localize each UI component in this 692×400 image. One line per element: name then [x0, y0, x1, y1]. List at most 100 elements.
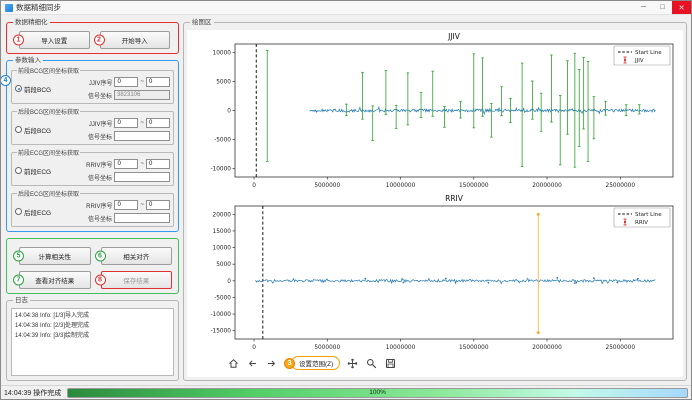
pan-icon[interactable] [346, 357, 359, 370]
app-icon [5, 4, 13, 12]
radio-front-ecg[interactable]: 前段ECG [15, 166, 51, 176]
section-title: 前段ECG区间坐标获取 [17, 148, 80, 157]
titlebar: 数据精细同步 ─ □ ✕ [1, 1, 691, 15]
minimize-button[interactable]: ─ [634, 1, 653, 14]
svg-text:Start Line: Start Line [635, 50, 662, 56]
seq-label: JJIV序号 [89, 78, 113, 87]
svg-text:0: 0 [227, 279, 231, 285]
figure-area: JJIV050000001000000015000000200000002500… [187, 30, 683, 377]
seq-to-input[interactable]: 0 [146, 159, 170, 169]
coord-input[interactable] [114, 131, 170, 141]
coord-input[interactable]: 3823106 [114, 90, 170, 100]
tilde-separator: ~ [140, 120, 144, 126]
start-import-button[interactable]: 开始导入 [100, 31, 171, 49]
coord-input[interactable] [114, 172, 170, 182]
radio-circle-icon [15, 126, 22, 133]
svg-text:JJIV: JJIV [447, 32, 461, 41]
radio-rear-ecg[interactable]: 后段ECG [15, 207, 51, 217]
plot-panel-title: 绘图区 [190, 18, 214, 27]
seq-from-input[interactable]: 0 [114, 118, 138, 128]
seq-from-input[interactable]: 0 [114, 159, 138, 169]
zoom-icon[interactable] [365, 357, 378, 370]
align-correlation-button[interactable]: 相关对齐 [101, 247, 173, 265]
svg-text:15000000: 15000000 [459, 345, 489, 351]
seq-to-input[interactable]: 0 [146, 118, 170, 128]
svg-text:-15000: -15000 [210, 329, 231, 335]
import-group-title: 数据精细化 [13, 18, 50, 27]
progress-value: 100% [68, 389, 687, 397]
annotation-badge-3: 3 [284, 358, 295, 369]
svg-text:-10000: -10000 [210, 166, 231, 172]
coord-label: 信号坐标 [88, 91, 112, 100]
svg-text:20000000: 20000000 [532, 183, 562, 189]
back-icon[interactable] [246, 357, 259, 370]
save-result-button[interactable]: 保存结果 [101, 271, 173, 289]
radio-front-bcg[interactable]: 前段BCG [15, 84, 51, 94]
import-group: 数据精细化 1 导入设置 2 开始导入 [6, 22, 179, 54]
svg-text:0: 0 [252, 345, 256, 351]
save-icon[interactable] [384, 357, 397, 370]
status-text: 14:04:39 操作完成 [4, 388, 61, 398]
annotation-badge-2: 2 [94, 34, 105, 45]
set-range-button[interactable]: 设置范围(Z) [291, 356, 340, 370]
import-settings-button[interactable]: 导入设置 [19, 31, 90, 49]
svg-text:-10000: -10000 [210, 312, 231, 318]
svg-text:5000000: 5000000 [314, 345, 340, 351]
seq-to-input[interactable]: 0 [146, 200, 170, 210]
coord-label: 信号坐标 [88, 132, 112, 141]
svg-text:25000000: 25000000 [606, 183, 636, 189]
radio-circle-icon [15, 208, 22, 215]
forward-icon[interactable] [265, 357, 278, 370]
seq-to-input[interactable]: 0 [146, 77, 170, 87]
radio-label: 前段ECG [24, 166, 51, 176]
section-front-ecg: 前段ECG区间坐标获取 前段ECG RRIV序号 0 ~ 0 [11, 152, 174, 186]
section-rear-ecg: 后段ECG区间坐标获取 后段ECG RRIV序号 0 ~ 0 [11, 193, 174, 227]
svg-text:10000000: 10000000 [386, 183, 416, 189]
radio-rear-bcg[interactable]: 后段BCG [15, 125, 51, 135]
plot-panel: 绘图区 JJIV05000000100000001500000020000000… [183, 22, 687, 381]
svg-text:-5000: -5000 [214, 295, 231, 301]
log-line: 14:04:38 Info: [2/3]处理完成 [15, 321, 170, 331]
right-panel: 绘图区 JJIV05000000100000001500000020000000… [181, 15, 691, 385]
svg-text:0: 0 [252, 183, 256, 189]
svg-text:20000: 20000 [213, 212, 232, 218]
svg-text:JJIV: JJIV [634, 58, 644, 64]
rriv-chart[interactable]: RRIV050000001000000015000000200000002500… [189, 192, 681, 352]
home-icon[interactable] [227, 357, 240, 370]
svg-text:RRIV: RRIV [635, 220, 648, 226]
coord-input[interactable] [114, 213, 170, 223]
log-list[interactable]: 14:04:38 Info: [1/3]导入完成 14:04:38 Info: … [11, 308, 174, 376]
svg-text:RRIV: RRIV [445, 194, 464, 203]
annotation-badge-4: 4 [0, 75, 11, 86]
log-line: 14:04:39 Info: [3/3]绘制完成 [15, 331, 170, 341]
svg-text:15000: 15000 [213, 229, 232, 235]
radio-label: 后段BCG [24, 125, 51, 135]
svg-text:10000: 10000 [213, 51, 232, 57]
annotation-badge-6: 6 [95, 250, 106, 261]
svg-text:5000: 5000 [216, 80, 231, 86]
left-panel: 数据精细化 1 导入设置 2 开始导入 参数输入 4 前段BCG [1, 15, 181, 385]
params-group: 参数输入 4 前段BCG区间坐标获取 前段BCG JJIV序号 0 [6, 60, 179, 232]
window-title: 数据精细同步 [16, 2, 61, 13]
svg-text:20000000: 20000000 [532, 345, 562, 351]
calc-correlation-button[interactable]: 计算相关性 [19, 247, 91, 265]
window-controls: ─ □ ✕ [634, 1, 691, 14]
seq-label: RRIV序号 [86, 160, 112, 169]
jjiv-chart[interactable]: JJIV050000001000000015000000200000002500… [189, 30, 681, 190]
params-group-title: 参数输入 [13, 56, 43, 65]
seq-from-input[interactable]: 0 [114, 200, 138, 210]
section-rear-bcg: 后段BCG区间坐标获取 后段BCG JJIV序号 0 ~ 0 [11, 111, 174, 145]
plot-toolbar: 3 设置范围(Z) [227, 354, 397, 370]
main-content: 数据精细化 1 导入设置 2 开始导入 参数输入 4 前段BCG [1, 15, 691, 385]
maximize-button[interactable]: □ [653, 1, 672, 14]
annotation-badge-1: 1 [13, 34, 24, 45]
seq-label: RRIV序号 [86, 201, 112, 210]
section-title: 前段BCG区间坐标获取 [17, 66, 80, 75]
annotation-badge-7: 7 [13, 274, 24, 285]
tilde-separator: ~ [140, 79, 144, 85]
radio-circle-icon [15, 85, 22, 92]
close-button[interactable]: ✕ [672, 1, 691, 14]
view-align-result-button[interactable]: 查看对齐结果 [19, 271, 91, 289]
svg-text:0: 0 [227, 109, 231, 115]
seq-from-input[interactable]: 0 [114, 77, 138, 87]
